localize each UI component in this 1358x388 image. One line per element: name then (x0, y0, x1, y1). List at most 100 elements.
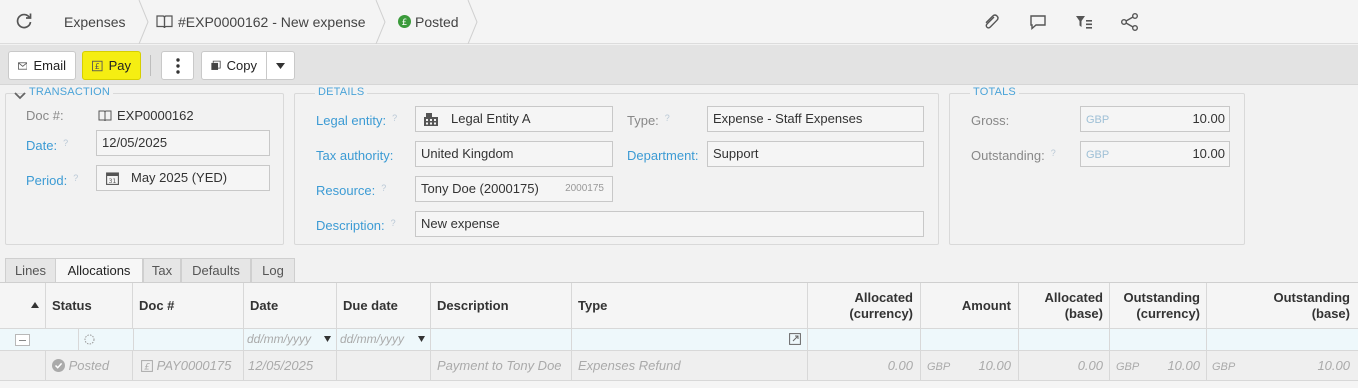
description-filter[interactable] (431, 329, 572, 350)
row-description: Payment to Tony Doe (431, 351, 572, 380)
outstanding-currency: GBP (1086, 149, 1110, 161)
legal-entity-label: Legal entity:? (316, 113, 398, 128)
column-header-outstanding-base[interactable]: Outstanding (base) (1207, 283, 1358, 328)
grid-filter-row: dd/mm/yyyy dd/mm/yyyy (0, 328, 1358, 351)
check-circle-icon (52, 359, 65, 372)
toolbar: Email £ Pay Copy (0, 45, 1358, 85)
description-field[interactable]: New expense (415, 211, 924, 237)
type-filter[interactable] (572, 329, 808, 350)
column-header-type[interactable]: Type (572, 283, 808, 328)
caret-down-icon (418, 336, 425, 342)
tax-authority-label: Tax authority: (316, 148, 394, 163)
collapse-all-toggle[interactable] (15, 334, 30, 346)
doc-number-value: EXP0000162 (117, 108, 194, 123)
legal-entity-field[interactable]: Legal Entity A (415, 106, 613, 132)
department-field[interactable]: Support (707, 141, 924, 167)
tab-lines[interactable]: Lines (5, 258, 56, 282)
row-type: Expenses Refund (572, 351, 808, 380)
row-outstanding-currency: GBP 10.00 (1110, 351, 1207, 380)
totals-legend: TOTALS (970, 86, 1019, 98)
transaction-panel: TRANSACTION Doc #: EXP0000162 Date:? 12/… (5, 86, 284, 245)
row-outstanding-base: GBP 10.00 (1212, 358, 1350, 373)
posted-status-icon: £ (398, 15, 411, 28)
tab-tax[interactable]: Tax (143, 258, 181, 282)
row-doc[interactable]: £ PAY0000175 (133, 351, 244, 380)
more-options-button[interactable] (161, 51, 194, 80)
legal-entity-value: Legal Entity A (451, 111, 531, 126)
copy-dropdown-button[interactable] (266, 51, 295, 80)
breadcrumb-separator (138, 0, 149, 44)
outstanding-value: 10.00 (1192, 146, 1225, 161)
period-field[interactable]: 31 May 2025 (YED) (96, 165, 270, 191)
column-header-allocated-base[interactable]: Allocated (base) (1019, 283, 1110, 328)
status-filter-icon[interactable] (84, 334, 95, 345)
outstanding-field: GBP 10.00 (1080, 141, 1230, 167)
refresh-icon[interactable] (14, 11, 34, 31)
breadcrumb-document[interactable]: #EXP0000162 - New expense (178, 0, 366, 44)
description-label: Description:? (316, 218, 396, 233)
row-date: 12/05/2025 (244, 351, 337, 380)
department-label: Department: (627, 148, 699, 163)
date-label: Date:? (26, 138, 69, 153)
caret-down-icon (276, 62, 285, 69)
due-date-filter[interactable]: dd/mm/yyyy (337, 329, 431, 350)
copy-icon (211, 60, 221, 70)
svg-text:£: £ (144, 363, 150, 373)
tab-allocations[interactable]: Allocations (55, 258, 143, 283)
pound-icon: £ (141, 360, 153, 373)
breadcrumb-expenses[interactable]: Expenses (64, 0, 125, 44)
svg-text:£: £ (402, 18, 408, 28)
top-bar: Expenses #EXP0000162 - New expense £ Pos… (0, 0, 1358, 44)
tax-authority-field[interactable]: United Kingdom (415, 141, 613, 167)
pay-button[interactable]: £ Pay (82, 51, 141, 80)
totals-panel: TOTALS Gross: GBP 10.00 Outstanding:? GB… (949, 86, 1245, 245)
date-filter[interactable]: dd/mm/yyyy (244, 329, 337, 350)
doc-number-label: Doc #: (26, 108, 64, 123)
column-header-status[interactable]: Status (46, 283, 133, 328)
copy-button-label: Copy (226, 58, 257, 73)
email-button[interactable]: Email (8, 51, 76, 80)
tab-defaults[interactable]: Defaults (181, 258, 251, 282)
resource-field[interactable]: Tony Doe (2000175) 2000175 (415, 176, 613, 202)
breadcrumb-separator (375, 0, 386, 44)
tab-log[interactable]: Log (251, 258, 295, 282)
book-icon (98, 110, 112, 122)
envelope-icon (18, 61, 28, 70)
svg-text:£: £ (95, 62, 100, 71)
outstanding-label: Outstanding:? (971, 148, 1056, 163)
type-label: Type:? (627, 113, 670, 128)
column-header-allocated-currency[interactable]: Allocated (currency) (808, 283, 921, 328)
svg-text:31: 31 (109, 178, 117, 185)
column-header-description[interactable]: Description (431, 283, 572, 328)
gross-label: Gross: (971, 113, 1010, 128)
details-legend: DETAILS (315, 86, 368, 98)
book-icon (156, 15, 173, 29)
column-header-outstanding-currency[interactable]: Outstanding (currency) (1110, 283, 1207, 328)
column-header-amount[interactable]: Amount (921, 283, 1019, 328)
grid-header: Status Doc # Date Due date Description T… (0, 283, 1358, 328)
comment-icon[interactable] (1028, 12, 1048, 32)
date-field[interactable]: 12/05/2025 (96, 130, 270, 156)
share-network-icon[interactable] (1120, 12, 1140, 32)
row-allocated-base: 0.00 (1019, 351, 1110, 380)
collapse-chevron-icon[interactable] (14, 92, 26, 100)
row-due-date (337, 351, 431, 380)
doc-filter[interactable] (133, 329, 244, 350)
filter-list-icon[interactable] (1074, 12, 1094, 32)
open-external-icon[interactable] (789, 333, 801, 345)
pay-button-label: Pay (108, 58, 131, 73)
period-value: May 2025 (YED) (131, 170, 228, 185)
column-header-doc[interactable]: Doc # (133, 283, 244, 328)
table-row[interactable]: Posted £ PAY0000175 12/05/2025 Payment t… (0, 351, 1358, 381)
gross-value: 10.00 (1192, 111, 1225, 126)
copy-button[interactable]: Copy (201, 51, 267, 80)
column-header-date[interactable]: Date (244, 283, 337, 328)
column-header-due-date[interactable]: Due date (337, 283, 431, 328)
attachment-icon[interactable] (981, 12, 1001, 32)
email-button-label: Email (33, 58, 66, 73)
toolbar-divider (150, 55, 151, 76)
sort-column-header[interactable] (0, 283, 46, 328)
breadcrumb-separator (467, 0, 478, 44)
transaction-legend: TRANSACTION (26, 86, 114, 98)
type-field[interactable]: Expense - Staff Expenses (707, 106, 924, 132)
